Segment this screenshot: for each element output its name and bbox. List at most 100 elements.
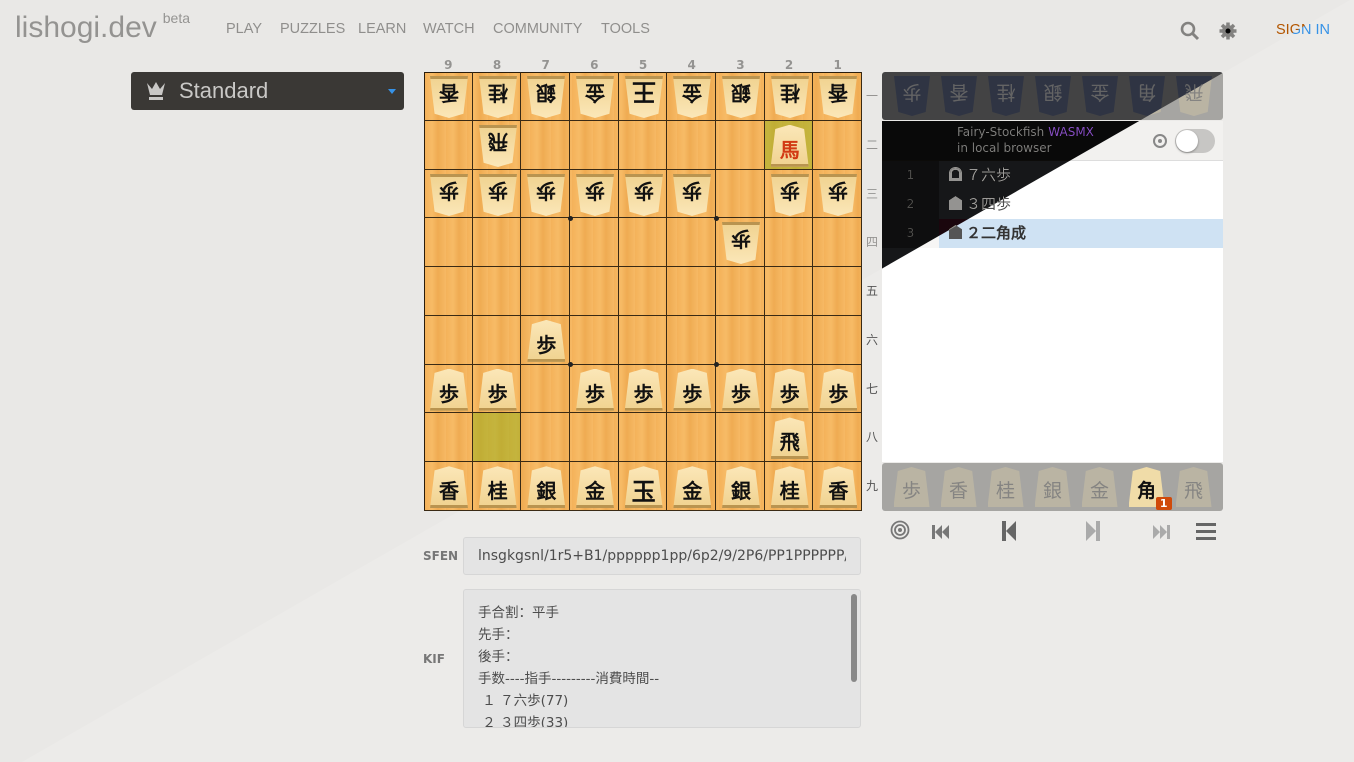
board-square[interactable] bbox=[716, 267, 765, 316]
board-square[interactable] bbox=[521, 413, 570, 463]
piece-sente[interactable]: 飛 bbox=[770, 417, 809, 460]
sfen-input[interactable] bbox=[463, 537, 861, 575]
hand-piece[interactable]: 金 bbox=[1081, 467, 1118, 507]
board-square[interactable] bbox=[424, 267, 473, 316]
nav-watch[interactable]: WATCH bbox=[423, 21, 475, 37]
board-square[interactable] bbox=[813, 315, 863, 365]
hand-piece[interactable]: 桂 bbox=[988, 76, 1024, 116]
hand-piece[interactable]: 香 bbox=[940, 467, 977, 507]
piece-sente[interactable]: 歩 bbox=[478, 368, 517, 411]
piece-sente[interactable]: 歩 bbox=[819, 368, 858, 411]
nav-tools[interactable]: TOOLS bbox=[601, 21, 650, 37]
hand-piece[interactable]: 飛 bbox=[1175, 467, 1212, 507]
piece-sente[interactable]: 歩 bbox=[770, 368, 809, 411]
board-square[interactable] bbox=[618, 267, 668, 316]
hand-piece[interactable]: 香 bbox=[941, 76, 977, 116]
board-square[interactable] bbox=[472, 267, 522, 316]
move-row[interactable]: 2 ３四歩 bbox=[882, 190, 1223, 219]
board-square[interactable] bbox=[716, 120, 765, 170]
nav-play[interactable]: PLAY bbox=[226, 21, 262, 37]
piece-gote[interactable]: 香 bbox=[430, 76, 468, 118]
nav-puzzles[interactable]: PUZZLES bbox=[280, 21, 345, 37]
board-square[interactable] bbox=[667, 267, 716, 316]
board-square[interactable] bbox=[424, 315, 473, 365]
next-icon[interactable] bbox=[1084, 521, 1100, 541]
board-square[interactable] bbox=[521, 120, 570, 170]
piece-gote[interactable]: 歩 bbox=[479, 174, 517, 216]
piece-gote[interactable]: 歩 bbox=[527, 174, 565, 216]
engine-toggle[interactable] bbox=[1175, 129, 1215, 153]
board-square[interactable] bbox=[716, 169, 765, 219]
piece-sente[interactable]: 歩 bbox=[527, 319, 566, 362]
piece-gote[interactable]: 銀 bbox=[722, 76, 760, 118]
nav-learn[interactable]: LEARN bbox=[358, 21, 406, 37]
board-square[interactable] bbox=[472, 315, 522, 365]
piece-gote[interactable]: 歩 bbox=[430, 174, 468, 216]
board-square[interactable] bbox=[764, 218, 814, 268]
prev-icon[interactable] bbox=[1002, 521, 1018, 541]
board-square[interactable] bbox=[716, 413, 765, 463]
piece-gote[interactable]: 金 bbox=[576, 76, 614, 118]
gear-icon[interactable] bbox=[1219, 22, 1237, 40]
site-logo[interactable]: lishogi.dev beta bbox=[15, 10, 190, 45]
hand-piece[interactable]: 銀 bbox=[1034, 467, 1071, 507]
board-square[interactable] bbox=[764, 267, 814, 316]
board-square[interactable] bbox=[570, 267, 619, 316]
piece-sente[interactable]: 金 bbox=[673, 466, 712, 509]
board-square[interactable] bbox=[472, 218, 522, 268]
piece-sente[interactable]: 馬 bbox=[770, 124, 809, 167]
piece-sente[interactable]: 桂 bbox=[770, 466, 809, 509]
board-square[interactable] bbox=[521, 364, 570, 414]
board-square[interactable] bbox=[618, 218, 668, 268]
first-icon[interactable] bbox=[932, 525, 950, 539]
board-square[interactable] bbox=[472, 413, 522, 463]
board-square[interactable] bbox=[764, 315, 814, 365]
board-square[interactable] bbox=[667, 413, 716, 463]
piece-sente[interactable]: 歩 bbox=[722, 368, 761, 411]
board-square[interactable] bbox=[618, 413, 668, 463]
move[interactable]: ２二角成 bbox=[939, 219, 1223, 248]
board-square[interactable] bbox=[521, 218, 570, 268]
board-square[interactable] bbox=[813, 120, 863, 170]
kif-textarea[interactable]: 手合割：平手 先手： 後手： 手数----指手---------消費時間-- １ ７六… bbox=[463, 589, 861, 728]
piece-sente[interactable]: 歩 bbox=[430, 368, 468, 411]
board-square[interactable] bbox=[521, 267, 570, 316]
move-row[interactable]: 3 ２二角成 bbox=[882, 219, 1223, 248]
board-square[interactable] bbox=[424, 120, 473, 170]
hand-piece[interactable]: 桂 bbox=[987, 467, 1024, 507]
board-square[interactable] bbox=[667, 315, 716, 365]
piece-gote[interactable]: 歩 bbox=[771, 174, 809, 216]
hand-piece[interactable]: 歩 bbox=[893, 467, 930, 507]
piece-sente[interactable]: 歩 bbox=[624, 368, 663, 411]
hand-piece[interactable]: 銀 bbox=[1035, 76, 1071, 116]
target-icon[interactable] bbox=[890, 520, 910, 540]
variant-select[interactable]: Standard bbox=[131, 72, 404, 110]
board-square[interactable] bbox=[424, 218, 473, 268]
hand-piece[interactable]: 角1 bbox=[1128, 467, 1172, 510]
board-square[interactable] bbox=[716, 315, 765, 365]
piece-sente[interactable]: 香 bbox=[430, 466, 468, 509]
board-square[interactable] bbox=[813, 267, 863, 316]
board-square[interactable] bbox=[570, 218, 619, 268]
menu-icon[interactable] bbox=[1196, 523, 1216, 540]
move-row[interactable]: 1 ７六歩 bbox=[882, 161, 1223, 190]
search-icon[interactable] bbox=[1180, 21, 1200, 41]
move[interactable]: ３四歩 bbox=[939, 190, 1223, 219]
piece-gote[interactable]: 歩 bbox=[722, 222, 760, 264]
board-square[interactable] bbox=[570, 315, 619, 365]
board-square[interactable] bbox=[570, 413, 619, 463]
crosshair-icon[interactable] bbox=[1153, 134, 1167, 148]
board-square[interactable] bbox=[424, 413, 473, 463]
board-square[interactable] bbox=[618, 120, 668, 170]
piece-gote[interactable]: 歩 bbox=[625, 174, 663, 216]
piece-sente[interactable]: 銀 bbox=[527, 466, 566, 509]
last-icon[interactable] bbox=[1152, 525, 1170, 539]
sign-in-link[interactable]: SIGN IN bbox=[1276, 22, 1330, 38]
board-square[interactable] bbox=[618, 315, 668, 365]
board-square[interactable] bbox=[813, 218, 863, 268]
piece-sente[interactable]: 銀 bbox=[722, 466, 761, 509]
hand-piece[interactable]: 飛 bbox=[1176, 76, 1212, 116]
board-square[interactable] bbox=[667, 120, 716, 170]
piece-sente[interactable]: 桂 bbox=[478, 466, 517, 509]
board-square[interactable] bbox=[667, 218, 716, 268]
